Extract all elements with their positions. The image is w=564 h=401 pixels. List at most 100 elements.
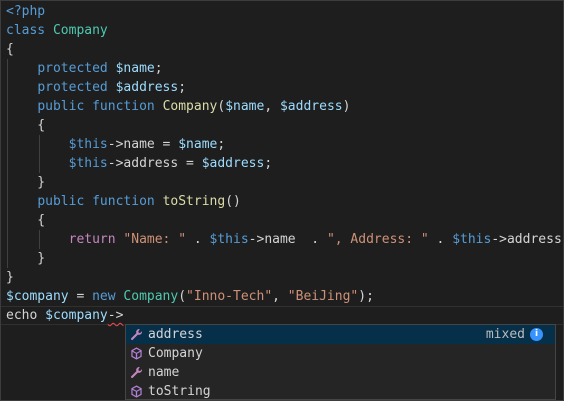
suggestion-label: Company — [148, 346, 203, 361]
suggestion-item[interactable]: address mixed i — [126, 325, 555, 344]
code-token: "Name: " — [123, 232, 187, 247]
code-line[interactable]: { — [6, 211, 563, 230]
property-wrench-icon — [129, 327, 144, 342]
code-token: , — [264, 99, 280, 114]
code-token: return — [68, 232, 124, 247]
code-line[interactable]: protected $name; — [6, 59, 563, 78]
code-line[interactable]: protected $address; — [6, 78, 563, 97]
code-token: $name — [178, 137, 218, 152]
code-token: $this — [209, 232, 249, 247]
suggestion-label: address — [148, 327, 203, 342]
code-token: new — [92, 289, 124, 304]
code-token: public — [37, 194, 93, 209]
code-token: ( — [217, 99, 226, 114]
code-token: Company — [162, 99, 218, 114]
indent-guide — [7, 173, 8, 192]
code-line[interactable]: <?php — [6, 2, 563, 21]
property-wrench-icon — [129, 365, 144, 380]
code-line[interactable]: $company = new Company("Inno-Tech", "Bei… — [6, 287, 563, 306]
indent-guide — [7, 59, 8, 78]
code-token: ->address; — [491, 232, 564, 247]
code-line[interactable]: echo $company-> — [6, 306, 563, 325]
code-token: ; — [264, 156, 273, 171]
code-token: <?php — [6, 4, 46, 19]
suggestion-type-detail: mixed — [485, 327, 525, 342]
code-token: $this — [452, 232, 492, 247]
code-token: $company — [45, 308, 108, 323]
code-line[interactable]: public function toString() — [6, 192, 563, 211]
suggestion-item[interactable]: toString — [126, 382, 555, 400]
code-line[interactable]: { — [6, 40, 563, 59]
code-token: ); — [358, 289, 374, 304]
code-token: Company — [52, 23, 108, 38]
code-token: toString — [162, 194, 226, 209]
code-token: -> — [107, 308, 124, 323]
code-token: ->name = — [107, 137, 179, 152]
code-line[interactable]: return "Name: " . $this->name . ", Addre… — [6, 230, 563, 249]
indent-guide — [7, 116, 8, 135]
code-token: $this — [68, 156, 108, 171]
code-editor[interactable]: <?php class Company { protected $name; pro… — [0, 0, 564, 401]
code-token: { — [6, 213, 46, 228]
indent-guide — [38, 230, 40, 249]
code-line[interactable]: public function Company($name, $address) — [6, 97, 563, 116]
indent-guide — [7, 211, 8, 230]
code-token: echo — [6, 308, 46, 323]
code-token: "BeiJing" — [287, 289, 359, 304]
code-token: } — [6, 175, 46, 190]
method-cube-icon — [129, 346, 144, 361]
code-token: ) — [342, 99, 351, 114]
code-token: $this — [68, 137, 108, 152]
code-token: { — [6, 118, 46, 133]
suggestion-item[interactable]: name — [126, 363, 555, 382]
code-token: $address — [279, 99, 343, 114]
indent-guide — [7, 249, 8, 268]
code-line[interactable]: $this->name = $name; — [6, 135, 563, 154]
code-token: ( — [178, 289, 187, 304]
code-line[interactable]: } — [6, 249, 563, 268]
code-token: } — [6, 270, 14, 285]
info-icon[interactable]: i — [530, 328, 543, 341]
code-line[interactable]: } — [6, 173, 563, 192]
code-token: function — [92, 194, 163, 209]
code-token: ; — [154, 61, 163, 76]
code-token: $name — [115, 61, 155, 76]
code-token: ->address = — [107, 156, 202, 171]
code-token: . — [428, 232, 453, 247]
code-token: . — [186, 232, 210, 247]
code-token: ->name . — [248, 232, 327, 247]
code-token: () — [225, 194, 241, 209]
code-token: "Inno-Tech" — [186, 289, 273, 304]
indent-guide — [7, 192, 8, 211]
code-token: function — [92, 99, 163, 114]
code-token: ", Address: " — [326, 232, 429, 247]
autocomplete-widget[interactable]: address mixed i Company name toString — [125, 324, 556, 400]
code-area[interactable]: <?php class Company { protected $name; pro… — [6, 2, 563, 325]
code-line[interactable]: } — [6, 268, 563, 287]
code-token: ; — [217, 137, 226, 152]
indent-guide — [7, 154, 8, 173]
suggestion-item[interactable]: Company — [126, 344, 555, 363]
code-line[interactable]: { — [6, 116, 563, 135]
code-token: class — [6, 23, 53, 38]
code-token: ; — [178, 80, 187, 95]
method-cube-icon — [129, 384, 144, 399]
code-token: { — [6, 42, 14, 57]
code-token: $address — [115, 80, 179, 95]
code-line[interactable]: $this->address = $address; — [6, 154, 563, 173]
code-line[interactable]: class Company — [6, 21, 563, 40]
code-token: } — [6, 251, 46, 266]
code-token: $address — [201, 156, 265, 171]
indent-guide — [7, 78, 8, 97]
suggestion-label: toString — [148, 384, 211, 399]
indent-guide — [7, 135, 8, 154]
code-token: $company — [6, 289, 69, 304]
code-token: protected — [37, 80, 116, 95]
indent-guide — [7, 97, 8, 116]
